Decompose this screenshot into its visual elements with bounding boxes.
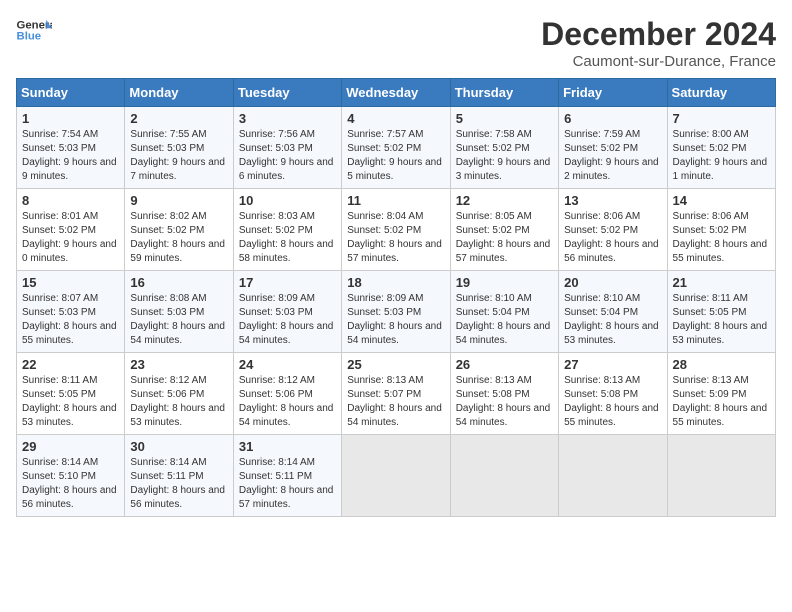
day-cell: 2Sunrise: 7:55 AMSunset: 5:03 PMDaylight…	[125, 107, 233, 189]
col-header-tuesday: Tuesday	[233, 79, 341, 107]
day-cell: 13Sunrise: 8:06 AMSunset: 5:02 PMDayligh…	[559, 189, 667, 271]
page-header: General Blue December 2024 Caumont-sur-D…	[16, 16, 776, 70]
day-cell: 12Sunrise: 8:05 AMSunset: 5:02 PMDayligh…	[450, 189, 558, 271]
day-cell: 9Sunrise: 8:02 AMSunset: 5:02 PMDaylight…	[125, 189, 233, 271]
col-header-sunday: Sunday	[17, 79, 125, 107]
col-header-friday: Friday	[559, 79, 667, 107]
day-cell: 30Sunrise: 8:14 AMSunset: 5:11 PMDayligh…	[125, 435, 233, 517]
day-cell: 3Sunrise: 7:56 AMSunset: 5:03 PMDaylight…	[233, 107, 341, 189]
calendar-table: SundayMondayTuesdayWednesdayThursdayFrid…	[16, 78, 776, 517]
logo: General Blue	[16, 16, 52, 44]
day-cell: 5Sunrise: 7:58 AMSunset: 5:02 PMDaylight…	[450, 107, 558, 189]
day-cell: 20Sunrise: 8:10 AMSunset: 5:04 PMDayligh…	[559, 271, 667, 353]
logo-icon: General Blue	[16, 16, 52, 44]
day-cell	[667, 435, 775, 517]
day-cell: 26Sunrise: 8:13 AMSunset: 5:08 PMDayligh…	[450, 353, 558, 435]
day-cell: 16Sunrise: 8:08 AMSunset: 5:03 PMDayligh…	[125, 271, 233, 353]
day-cell: 28Sunrise: 8:13 AMSunset: 5:09 PMDayligh…	[667, 353, 775, 435]
day-cell: 10Sunrise: 8:03 AMSunset: 5:02 PMDayligh…	[233, 189, 341, 271]
col-header-monday: Monday	[125, 79, 233, 107]
day-cell: 29Sunrise: 8:14 AMSunset: 5:10 PMDayligh…	[17, 435, 125, 517]
day-cell: 14Sunrise: 8:06 AMSunset: 5:02 PMDayligh…	[667, 189, 775, 271]
day-cell: 31Sunrise: 8:14 AMSunset: 5:11 PMDayligh…	[233, 435, 341, 517]
location: Caumont-sur-Durance, France	[541, 53, 776, 70]
day-cell: 8Sunrise: 8:01 AMSunset: 5:02 PMDaylight…	[17, 189, 125, 271]
day-cell: 4Sunrise: 7:57 AMSunset: 5:02 PMDaylight…	[342, 107, 450, 189]
day-cell: 27Sunrise: 8:13 AMSunset: 5:08 PMDayligh…	[559, 353, 667, 435]
day-cell	[559, 435, 667, 517]
day-cell	[342, 435, 450, 517]
day-cell: 18Sunrise: 8:09 AMSunset: 5:03 PMDayligh…	[342, 271, 450, 353]
day-cell: 22Sunrise: 8:11 AMSunset: 5:05 PMDayligh…	[17, 353, 125, 435]
day-cell: 19Sunrise: 8:10 AMSunset: 5:04 PMDayligh…	[450, 271, 558, 353]
day-cell: 21Sunrise: 8:11 AMSunset: 5:05 PMDayligh…	[667, 271, 775, 353]
day-cell: 24Sunrise: 8:12 AMSunset: 5:06 PMDayligh…	[233, 353, 341, 435]
svg-text:Blue: Blue	[17, 31, 42, 43]
col-header-saturday: Saturday	[667, 79, 775, 107]
month-title: December 2024	[541, 16, 776, 53]
title-block: December 2024 Caumont-sur-Durance, Franc…	[541, 16, 776, 70]
day-cell: 11Sunrise: 8:04 AMSunset: 5:02 PMDayligh…	[342, 189, 450, 271]
day-cell: 6Sunrise: 7:59 AMSunset: 5:02 PMDaylight…	[559, 107, 667, 189]
col-header-wednesday: Wednesday	[342, 79, 450, 107]
day-cell: 15Sunrise: 8:07 AMSunset: 5:03 PMDayligh…	[17, 271, 125, 353]
day-cell	[450, 435, 558, 517]
day-cell: 1Sunrise: 7:54 AMSunset: 5:03 PMDaylight…	[17, 107, 125, 189]
col-header-thursday: Thursday	[450, 79, 558, 107]
day-cell: 17Sunrise: 8:09 AMSunset: 5:03 PMDayligh…	[233, 271, 341, 353]
day-cell: 7Sunrise: 8:00 AMSunset: 5:02 PMDaylight…	[667, 107, 775, 189]
day-cell: 23Sunrise: 8:12 AMSunset: 5:06 PMDayligh…	[125, 353, 233, 435]
day-cell: 25Sunrise: 8:13 AMSunset: 5:07 PMDayligh…	[342, 353, 450, 435]
